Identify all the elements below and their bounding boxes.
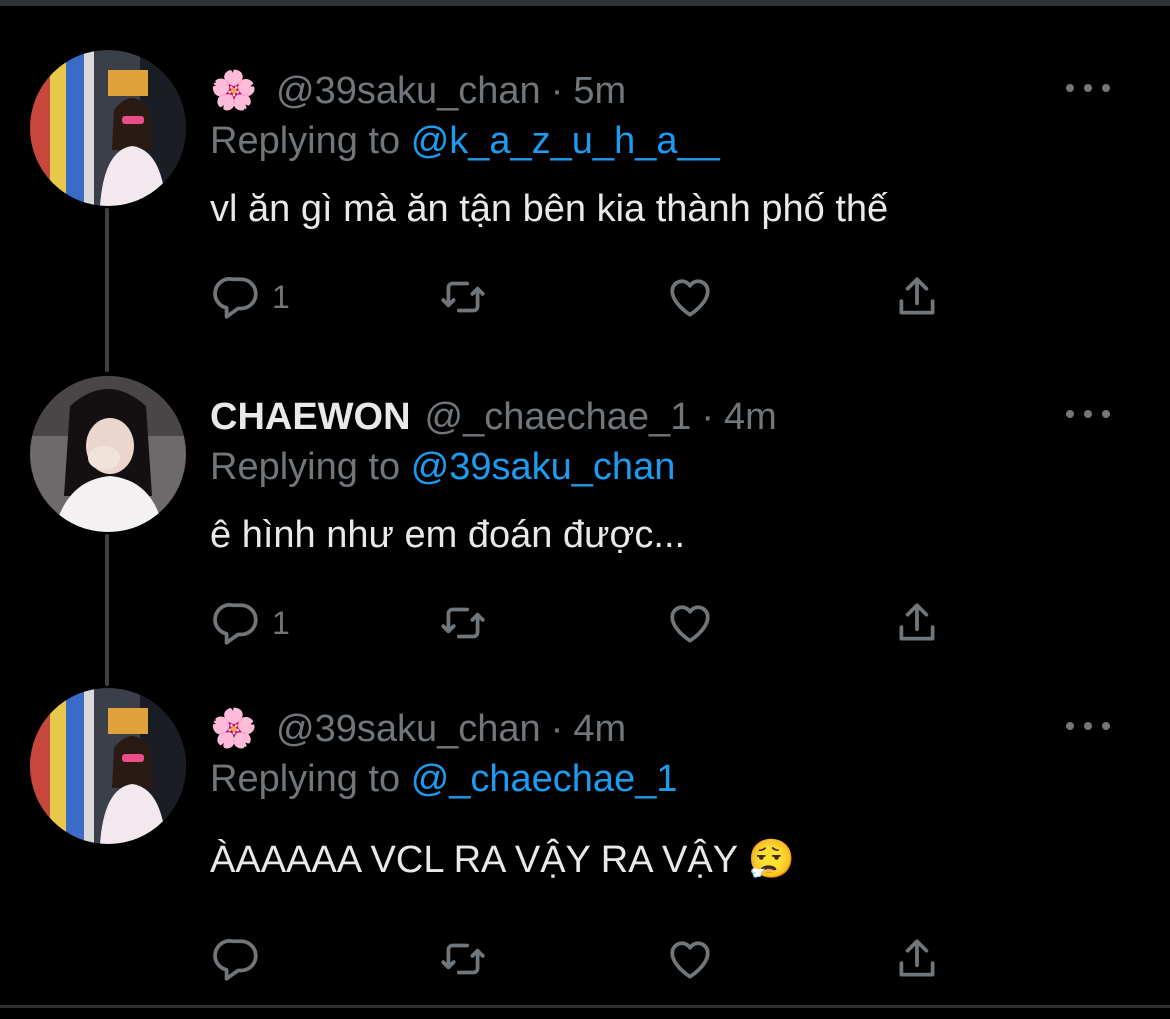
like-button[interactable] — [665, 934, 715, 984]
bottom-divider — [0, 1005, 1170, 1008]
more-horizontal-icon[interactable] — [1066, 716, 1110, 736]
share-icon — [899, 277, 935, 315]
separator: · — [550, 707, 564, 750]
tweet-header: CHAEWON @_chaechae_1 · 4m — [210, 394, 777, 440]
replying-to-label: Replying to — [210, 120, 401, 162]
reply-bubble-icon — [213, 939, 258, 981]
user-handle[interactable]: @39saku_chan — [276, 708, 541, 751]
heart-icon — [670, 605, 710, 643]
avatar[interactable] — [30, 50, 186, 206]
replying-to: Replying to @_chaechae_1 — [210, 758, 677, 801]
reply-count: 1 — [272, 604, 290, 641]
tweet-actions — [210, 934, 950, 984]
like-button[interactable] — [665, 598, 715, 648]
retweet-icon — [441, 281, 485, 313]
separator: · — [701, 395, 714, 438]
retweet-icon — [441, 943, 485, 975]
share-button[interactable] — [892, 934, 942, 984]
like-button[interactable] — [665, 272, 715, 322]
retweet-button[interactable] — [438, 598, 488, 648]
retweet-icon — [441, 607, 485, 639]
top-divider — [0, 0, 1170, 6]
separator: · — [550, 69, 564, 112]
reply-bubble-icon — [213, 277, 258, 319]
reply-bubble-icon — [213, 603, 258, 645]
replying-to-handle[interactable]: @_chaechae_1 — [411, 758, 678, 800]
reply-button[interactable] — [212, 934, 272, 984]
tweet-item[interactable]: 🌸 @39saku_chan · 4m Replying to @_chaech… — [0, 688, 1170, 988]
share-icon — [899, 939, 935, 977]
timestamp[interactable]: 4m — [724, 396, 777, 439]
tweet-actions: 1 — [210, 272, 950, 322]
tweet-item[interactable]: CHAEWON @_chaechae_1 · 4m Replying to @3… — [0, 376, 1170, 666]
reply-count: 1 — [272, 278, 290, 315]
reply-button[interactable]: 1 — [212, 272, 290, 322]
reply-button[interactable]: 1 — [212, 598, 290, 648]
display-name[interactable]: CHAEWON — [210, 396, 411, 439]
tweet-header: 🌸 @39saku_chan · 4m — [210, 706, 626, 752]
avatar[interactable] — [30, 688, 186, 844]
tweet-text: ê hình như em đoán được... — [210, 514, 686, 556]
share-icon — [899, 603, 935, 641]
flower-emoji: 🌸 — [210, 70, 258, 112]
replying-to-label: Replying to — [210, 758, 401, 800]
user-handle[interactable]: @_chaechae_1 — [425, 396, 692, 439]
heart-icon — [670, 941, 710, 979]
tweet-header: 🌸 @39saku_chan · 5m — [210, 68, 626, 114]
replying-to: Replying to @39saku_chan — [210, 446, 675, 489]
flower-emoji: 🌸 — [210, 708, 258, 750]
user-handle[interactable]: @39saku_chan — [276, 70, 541, 113]
replying-to-label: Replying to — [210, 446, 401, 488]
replying-to: Replying to @k_a_z_u_h_a__ — [210, 120, 720, 163]
tweet-text: ÀAAAAA VCL RA VẬY RA VẬY 😮‍💨 — [210, 839, 796, 881]
replying-to-handle[interactable]: @k_a_z_u_h_a__ — [411, 120, 720, 162]
share-button[interactable] — [892, 272, 942, 322]
heart-icon — [670, 279, 710, 317]
tweet-text: vl ăn gì mà ăn tận bên kia thành phố thế — [210, 188, 889, 230]
avatar[interactable] — [30, 376, 186, 532]
timestamp[interactable]: 5m — [573, 70, 626, 113]
timestamp[interactable]: 4m — [573, 708, 626, 751]
retweet-button[interactable] — [438, 272, 488, 322]
tweet-actions: 1 — [210, 598, 950, 648]
retweet-button[interactable] — [438, 934, 488, 984]
tweet-item[interactable]: 🌸 @39saku_chan · 5m Replying to @k_a_z_u… — [0, 50, 1170, 340]
replying-to-handle[interactable]: @39saku_chan — [411, 446, 676, 488]
more-horizontal-icon[interactable] — [1066, 78, 1110, 98]
more-horizontal-icon[interactable] — [1066, 404, 1110, 424]
share-button[interactable] — [892, 598, 942, 648]
